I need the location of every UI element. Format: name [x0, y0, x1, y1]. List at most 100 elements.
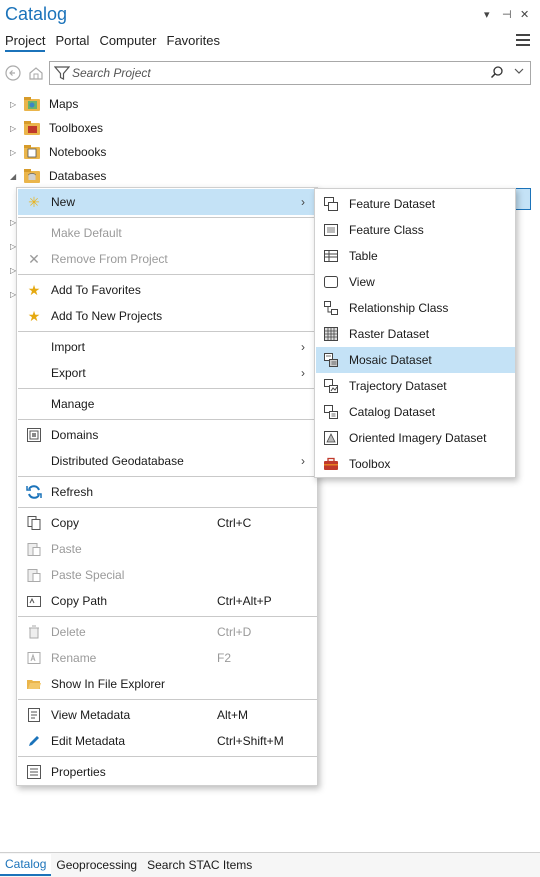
search-box — [49, 61, 531, 85]
tree-item-label: Toolboxes — [49, 121, 104, 135]
home-icon[interactable] — [27, 64, 45, 82]
search-input[interactable] — [72, 65, 482, 81]
view-metadata-icon — [26, 707, 42, 723]
view-icon — [322, 273, 340, 291]
menu-item-add-to-favorites[interactable]: ★ Add To Favorites — [18, 277, 317, 303]
menu-item-import[interactable]: Import › — [18, 334, 317, 360]
pane-title: Catalog — [5, 4, 68, 24]
trajectory-dataset-icon — [322, 377, 340, 395]
tab-favorites[interactable]: Favorites — [167, 33, 220, 52]
submenu-item-catalog-dataset[interactable]: Catalog Dataset — [316, 399, 515, 425]
submenu-item-mosaic-dataset[interactable]: Mosaic Dataset — [316, 347, 515, 373]
new-sparkle-icon: ✳ — [28, 193, 40, 210]
tab-geoprocessing[interactable]: Geoprocessing — [51, 854, 142, 876]
tab-project[interactable]: Project — [5, 33, 46, 52]
search-options-chevron-down-icon[interactable] — [514, 66, 524, 79]
menu-item-show-in-file-explorer[interactable]: Show In File Explorer — [18, 671, 317, 697]
trash-icon — [26, 624, 42, 640]
expand-chevron-icon[interactable]: ▷ — [10, 100, 16, 109]
remove-x-icon: ✕ — [28, 250, 40, 267]
bottom-tab-strip: Catalog Geoprocessing Search STAC Items — [0, 852, 540, 877]
feature-dataset-icon — [322, 195, 340, 213]
submenu-item-view[interactable]: View — [316, 269, 515, 295]
relationship-class-icon — [322, 299, 340, 317]
menu-item-view-metadata[interactable]: View Metadata Alt+M — [18, 702, 317, 728]
catalog-dataset-icon — [322, 403, 340, 421]
menu-item-refresh[interactable]: Refresh — [18, 479, 317, 505]
submenu-item-feature-class[interactable]: Feature Class — [316, 217, 515, 243]
tree-item-maps[interactable]: ▷ Maps — [0, 92, 540, 116]
expand-chevron-icon[interactable]: ▷ — [10, 124, 16, 133]
search-icon[interactable] — [490, 65, 504, 82]
menu-item-domains[interactable]: Domains — [18, 422, 317, 448]
tree-item-databases[interactable]: ◢ Databases — [0, 164, 540, 188]
star-icon: ★ — [27, 281, 41, 298]
collapse-chevron-icon[interactable]: ◢ — [10, 172, 16, 181]
copy-path-icon — [26, 593, 42, 609]
pin-icon[interactable]: ⊣ — [502, 8, 512, 21]
submenu-item-feature-dataset[interactable]: Feature Dataset — [316, 191, 515, 217]
catalog-tabs: Project Portal Computer Favorites — [5, 33, 220, 52]
pane-options-icon[interactable]: ▾ — [484, 8, 490, 21]
close-icon[interactable]: ✕ — [520, 8, 529, 21]
properties-icon — [26, 764, 42, 780]
menu-item-export[interactable]: Export › — [18, 360, 317, 386]
domains-icon — [26, 427, 42, 443]
paste-special-icon — [26, 567, 42, 583]
tree-item-label: Maps — [49, 97, 79, 111]
menu-item-edit-metadata[interactable]: Edit Metadata Ctrl+Shift+M — [18, 728, 317, 754]
new-submenu: Feature Dataset Feature Class Table View… — [314, 188, 516, 478]
menu-item-add-to-new-projects[interactable]: ★ Add To New Projects — [18, 303, 317, 329]
submenu-arrow-icon: › — [301, 195, 305, 209]
menu-item-new[interactable]: ✳ New › — [18, 189, 317, 215]
menu-item-paste[interactable]: Paste — [18, 536, 317, 562]
filter-icon[interactable] — [53, 65, 71, 84]
submenu-item-trajectory-dataset[interactable]: Trajectory Dataset — [316, 373, 515, 399]
menu-item-paste-special[interactable]: Paste Special — [18, 562, 317, 588]
toolbox-icon — [322, 455, 340, 473]
submenu-arrow-icon: › — [301, 366, 305, 380]
menu-item-delete[interactable]: Delete Ctrl+D — [18, 619, 317, 645]
submenu-arrow-icon: › — [301, 340, 305, 354]
menu-item-copy[interactable]: Copy Ctrl+C — [18, 510, 317, 536]
table-icon — [322, 247, 340, 265]
menu-item-remove-from-project[interactable]: ✕ Remove From Project — [18, 246, 317, 272]
mosaic-dataset-icon — [322, 351, 340, 369]
tab-computer[interactable]: Computer — [99, 33, 156, 52]
context-menu: ✳ New › Make Default ✕ Remove From Proje… — [16, 187, 318, 786]
raster-dataset-icon — [322, 325, 340, 343]
tab-search-stac-items[interactable]: Search STAC Items — [142, 854, 257, 876]
refresh-icon — [26, 484, 42, 500]
expand-chevron-icon[interactable]: ▷ — [10, 148, 16, 157]
menu-item-rename[interactable]: Rename F2 — [18, 645, 317, 671]
pencil-icon — [26, 733, 42, 749]
tab-catalog[interactable]: Catalog — [0, 854, 52, 876]
paste-icon — [26, 541, 42, 557]
menu-item-copy-path[interactable]: Copy Path Ctrl+Alt+P — [18, 588, 317, 614]
hamburger-menu-icon[interactable] — [516, 34, 530, 49]
menu-item-manage[interactable]: Manage — [18, 391, 317, 417]
tree-item-notebooks[interactable]: ▷ Notebooks — [0, 140, 540, 164]
submenu-item-raster-dataset[interactable]: Raster Dataset — [316, 321, 515, 347]
menu-item-make-default[interactable]: Make Default — [18, 220, 317, 246]
tree-item-label: Databases — [49, 169, 107, 183]
star-plus-icon: ★ — [27, 307, 41, 324]
tab-portal[interactable]: Portal — [55, 33, 89, 52]
submenu-item-relationship-class[interactable]: Relationship Class — [316, 295, 515, 321]
back-icon[interactable] — [4, 64, 22, 82]
tree-item-toolboxes[interactable]: ▷ Toolboxes — [0, 116, 540, 140]
tree-item-label: Notebooks — [49, 145, 107, 159]
oriented-imagery-dataset-icon — [322, 429, 340, 447]
folder-toolboxes-icon — [24, 121, 40, 135]
submenu-item-toolbox[interactable]: Toolbox — [316, 451, 515, 477]
menu-item-distributed-geodatabase[interactable]: Distributed Geodatabase › — [18, 448, 317, 474]
folder-databases-icon — [24, 169, 40, 183]
rename-icon — [26, 650, 42, 666]
submenu-item-oriented-imagery-dataset[interactable]: Oriented Imagery Dataset — [316, 425, 515, 451]
menu-item-properties[interactable]: Properties — [18, 759, 317, 785]
submenu-item-table[interactable]: Table — [316, 243, 515, 269]
folder-notebooks-icon — [24, 145, 40, 159]
copy-icon — [26, 515, 42, 531]
submenu-arrow-icon: › — [301, 454, 305, 468]
feature-class-icon — [322, 221, 340, 239]
